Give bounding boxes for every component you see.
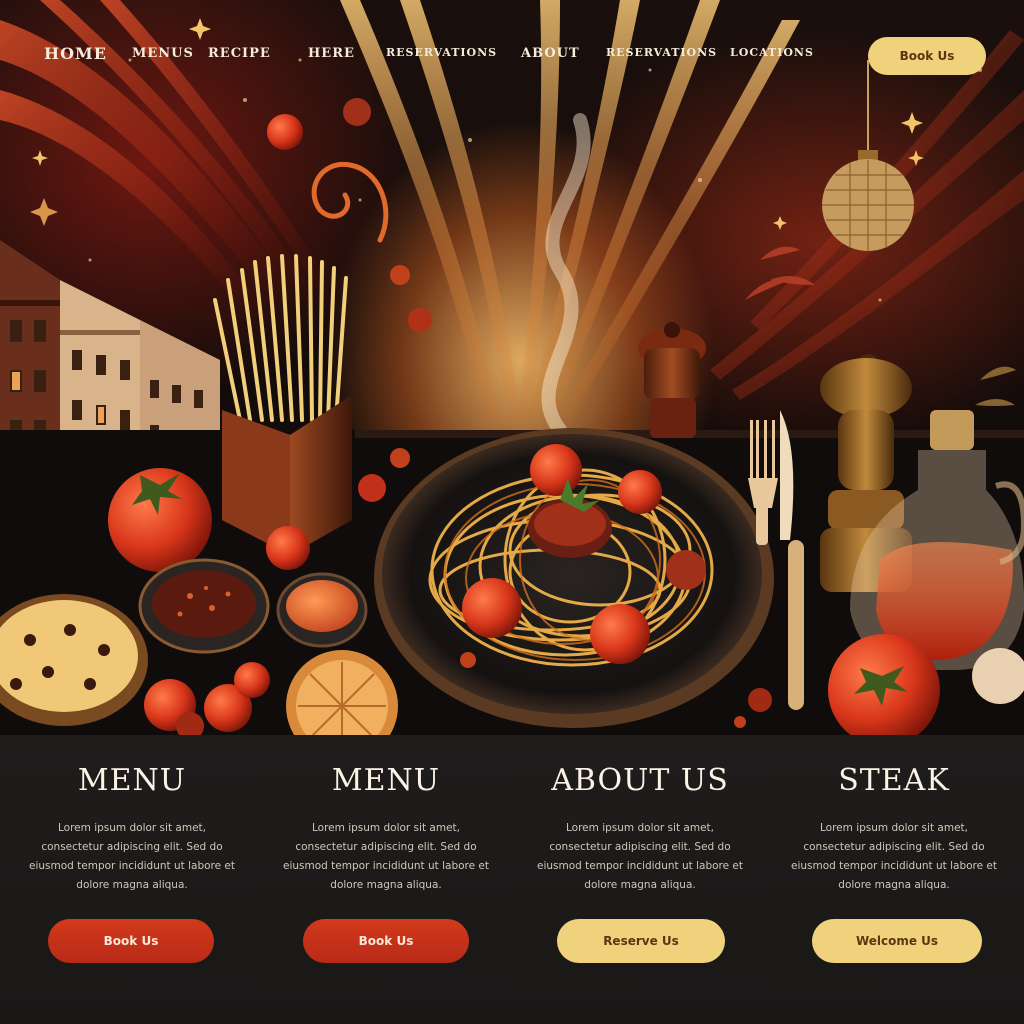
- nav-home[interactable]: HOME: [44, 44, 107, 64]
- nav-menus[interactable]: MENUS: [132, 46, 194, 66]
- hero-illustration: [0, 0, 1024, 735]
- nav-reservations[interactable]: RESERVATIONS: [386, 46, 497, 66]
- card-book-button[interactable]: Book Us: [48, 919, 214, 963]
- nav-about[interactable]: ABOUT: [521, 46, 580, 66]
- card-description: Lorem ipsum dolor sit amet, consectetur …: [791, 822, 997, 891]
- card-menu-2: MENU Lorem ipsum dolor sit amet, consect…: [258, 735, 514, 1024]
- nav-here[interactable]: HERE: [308, 46, 355, 66]
- card-about-us: ABOUT US Lorem ipsum dolor sit amet, con…: [512, 735, 768, 1024]
- feature-cards: MENU Lorem ipsum dolor sit amet, consect…: [0, 735, 1024, 1024]
- nav-recipe[interactable]: RECIPE: [208, 46, 271, 66]
- card-description: Lorem ipsum dolor sit amet, consectetur …: [283, 822, 489, 891]
- card-title: STEAK: [838, 763, 950, 798]
- card-title: MENU: [331, 763, 441, 798]
- card-book-button[interactable]: Book Us: [303, 919, 469, 963]
- card-description: Lorem ipsum dolor sit amet, consectetur …: [537, 822, 743, 891]
- card-title: ABOUT US: [551, 763, 729, 798]
- card-title: MENU: [77, 763, 187, 798]
- card-menu: MENU Lorem ipsum dolor sit amet, consect…: [4, 735, 260, 1024]
- card-reserve-button[interactable]: Reserve Us: [557, 919, 725, 963]
- card-description: Lorem ipsum dolor sit amet, consectetur …: [29, 822, 235, 891]
- card-welcome-button[interactable]: Welcome Us: [812, 919, 982, 963]
- card-steak: STEAK Lorem ipsum dolor sit amet, consec…: [766, 735, 1022, 1024]
- nav-locations[interactable]: LOCATIONS: [730, 46, 814, 66]
- hero-banner: HOME MENUS RECIPE HERE RESERVATIONS ABOU…: [0, 0, 1024, 735]
- nav-reservations-2[interactable]: RESERVATIONS: [606, 46, 717, 66]
- top-nav: HOME MENUS RECIPE HERE RESERVATIONS ABOU…: [0, 0, 1024, 110]
- book-us-button[interactable]: Book Us: [868, 37, 986, 75]
